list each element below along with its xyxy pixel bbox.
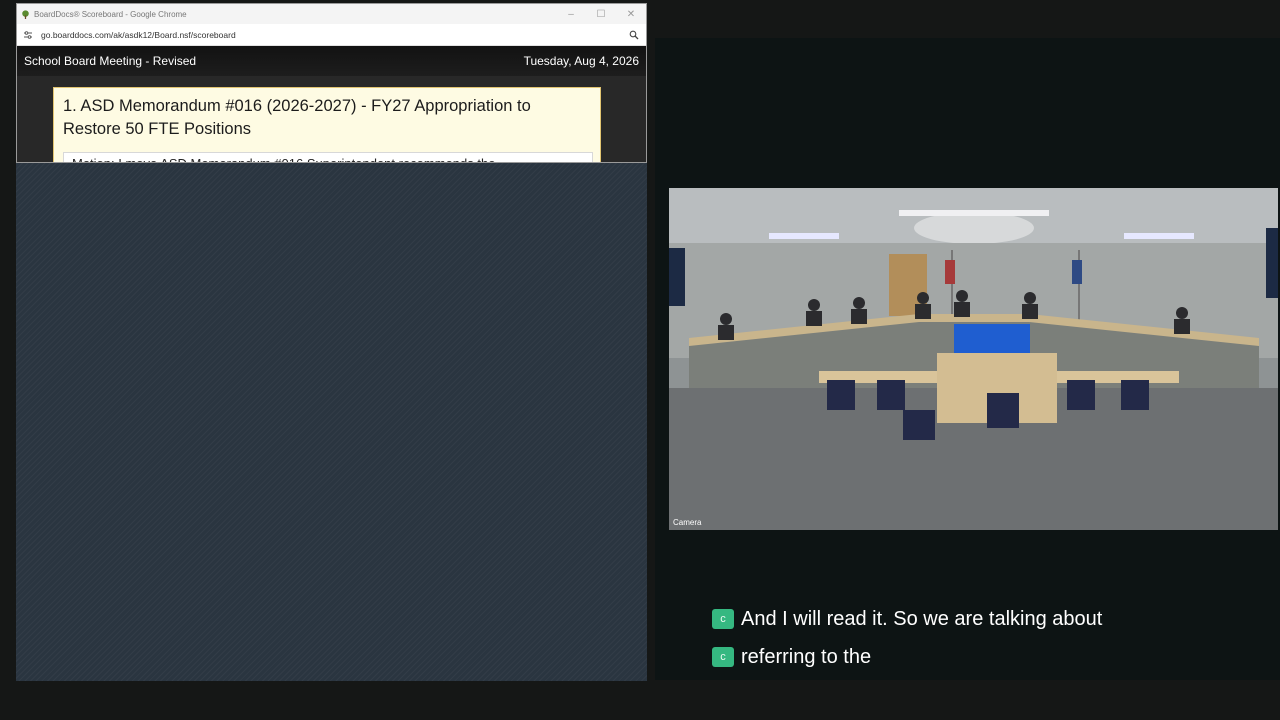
address-bar[interactable]: go.boarddocs.com/ak/asdk12/Board.nsf/sco…	[17, 24, 646, 46]
caption-line: c And I will read it. So we are talking …	[712, 600, 1252, 638]
minimize-icon[interactable]: –	[556, 9, 586, 20]
live-captions: c And I will read it. So we are talking …	[712, 600, 1252, 676]
zoom-icon[interactable]	[622, 30, 646, 40]
site-settings-icon[interactable]	[23, 30, 33, 40]
agenda-item-card: 1. ASD Memorandum #016 (2026-2027) - FY2…	[53, 87, 601, 162]
boarddocs-tree-icon	[22, 9, 29, 19]
boarddocs-header: School Board Meeting - Revised Tuesday, …	[17, 46, 646, 76]
motion-text-box: Motion: I move ASD Memorandum #016 Super…	[63, 152, 593, 162]
camera-feed: Camera	[669, 188, 1278, 530]
boarddocs-body: 1. ASD Memorandum #016 (2026-2027) - FY2…	[17, 76, 646, 162]
caption-badge-icon: c	[712, 647, 734, 667]
caption-line: c referring to the	[712, 638, 1252, 676]
boardroom-scene	[669, 188, 1278, 530]
agenda-item-title: 1. ASD Memorandum #016 (2026-2027) - FY2…	[63, 97, 531, 138]
blank-overlay-panel	[16, 163, 647, 681]
browser-window: BoardDocs® Scoreboard - Google Chrome – …	[16, 3, 647, 163]
camera-label: Camera	[673, 518, 702, 527]
close-icon[interactable]: ✕	[616, 9, 646, 20]
caption-text: referring to the	[741, 645, 872, 668]
stream-layout: BoardDocs® Scoreboard - Google Chrome – …	[0, 0, 1280, 720]
window-title: BoardDocs® Scoreboard - Google Chrome	[34, 9, 187, 19]
caption-text: And I will read it. So we are talking ab…	[741, 607, 1103, 630]
maximize-icon[interactable]: ☐	[586, 9, 616, 20]
url-text[interactable]: go.boarddocs.com/ak/asdk12/Board.nsf/sco…	[41, 30, 622, 40]
meeting-title: School Board Meeting - Revised	[24, 54, 197, 68]
browser-titlebar: BoardDocs® Scoreboard - Google Chrome – …	[17, 4, 646, 24]
meeting-date: Tuesday, Aug 4, 2026	[523, 54, 639, 68]
caption-badge-icon: c	[712, 609, 734, 629]
